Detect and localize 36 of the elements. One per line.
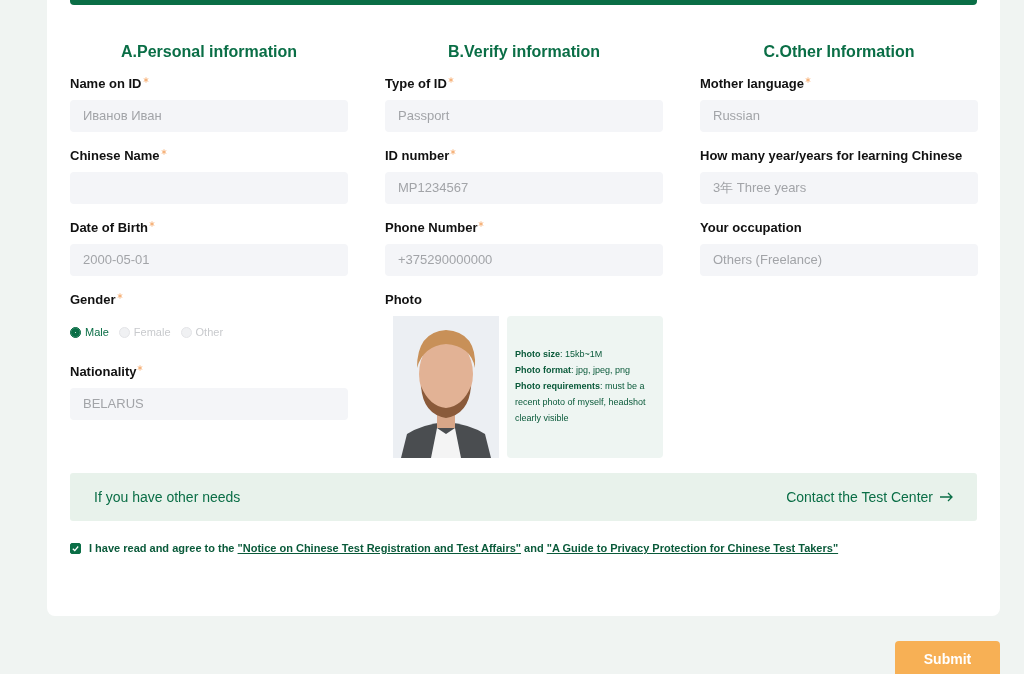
section-title: A.Personal information xyxy=(120,43,298,61)
radio-option[interactable]: Male xyxy=(70,326,109,338)
checkbox[interactable] xyxy=(70,542,81,554)
field-label: Nationality xyxy=(70,364,137,379)
field-label: How many year/years for learning Chinese xyxy=(700,148,963,163)
notice-text: If you have other needs xyxy=(94,489,241,505)
field-label: Type of ID xyxy=(385,76,447,91)
input-field[interactable]: 3年 Three years xyxy=(700,172,978,204)
input-field[interactable]: Others (Freelance) xyxy=(700,244,978,276)
input-field[interactable]: BELARUS xyxy=(70,388,348,420)
field-label: Your occupation xyxy=(700,220,802,235)
field-label: Gender xyxy=(70,292,116,307)
submit-button[interactable]: Submit xyxy=(895,641,1000,674)
input-field[interactable]: 2000-05-01 xyxy=(70,244,348,276)
requirement-text: Photo size: 15kb~1M xyxy=(515,348,604,361)
input-field[interactable]: MP1234567 xyxy=(385,172,663,204)
document-link[interactable]: "A Guide to Privacy Protection for Chinese Test Takers" xyxy=(546,542,839,554)
section-title: B.Verify information xyxy=(447,43,601,61)
document-link[interactable]: "Notice on Chinese Test Registration and Test Affairs" xyxy=(237,542,521,554)
field-label: Mother language xyxy=(700,76,804,91)
field-label: Date of Birth xyxy=(70,220,148,235)
input-field[interactable]: Passport xyxy=(385,100,663,132)
input-field[interactable]: Russian xyxy=(700,100,978,132)
field-label: Chinese Name xyxy=(70,148,160,163)
requirement-text: Photo requirements: must be a recent photo of myself, headshot clearly visible xyxy=(515,380,647,425)
agreement-text: I have read and agree to the "Notice on Chinese Test Registration and Test Affairs" and "A Guide to Privacy Protection for Chinese Test Takers" xyxy=(89,542,839,554)
field-label: ID number xyxy=(385,148,450,163)
input-field[interactable]: +375290000000 xyxy=(385,244,663,276)
requirement-text: Photo format: jpg, jpeg, png xyxy=(515,364,632,377)
field-label: Phone Number xyxy=(385,220,478,235)
arrow-right-icon xyxy=(939,492,953,502)
field-label: Name on ID xyxy=(70,76,142,91)
section-title: C.Other Information xyxy=(762,43,916,61)
contact-link[interactable]: Contact the Test Center xyxy=(786,489,953,505)
field-label: Photo xyxy=(385,292,422,307)
input-field[interactable]: Иванов Иван xyxy=(70,100,348,132)
